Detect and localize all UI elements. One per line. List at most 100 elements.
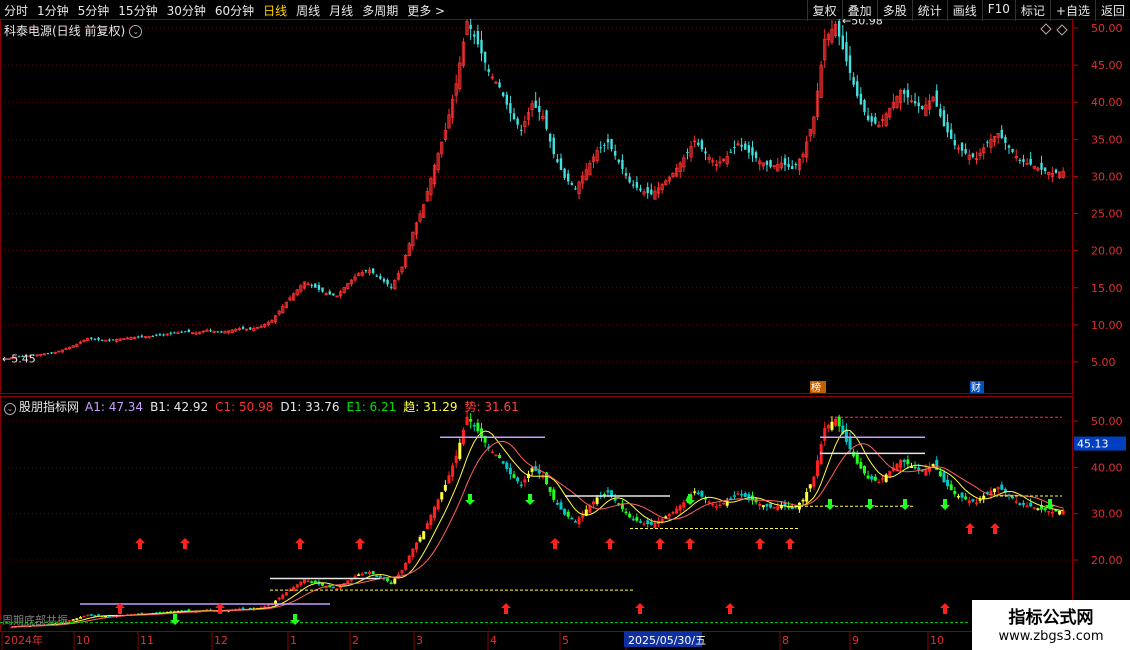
indicator-body: [1032, 507, 1036, 509]
indicator-body: [917, 467, 921, 470]
period-tab[interactable]: 周线: [296, 2, 320, 19]
indicator-body: [671, 511, 675, 514]
indicator-value: A1: 47.34: [85, 400, 144, 414]
low-price-label: ←5.45: [2, 353, 36, 366]
yaxis-label: 20.00: [1091, 245, 1123, 258]
indicator-body: [938, 471, 942, 477]
xaxis-label: 8: [782, 634, 789, 647]
candle-body: [570, 183, 574, 185]
indicator-body: [776, 506, 780, 511]
yaxis-label: 50.00: [1091, 415, 1123, 428]
candle-body: [46, 353, 50, 355]
indicator-body: [682, 502, 686, 508]
toolbar-button[interactable]: 叠加: [841, 0, 877, 21]
up-arrow-icon: [685, 538, 695, 549]
indicator-body: [826, 424, 830, 429]
indicator-values: A1: 47.34 B1: 42.92 C1: 50.98 D1: 33.76 E1: …: [85, 400, 526, 414]
toolbar-button[interactable]: 多股: [876, 0, 912, 21]
toolbar-button[interactable]: 返回: [1094, 0, 1130, 21]
period-tab[interactable]: 1分钟: [37, 2, 69, 19]
candle-body: [624, 173, 628, 176]
watermark-title: 指标公式网: [1008, 608, 1094, 628]
indicator-body: [624, 511, 628, 514]
candle-body: [949, 129, 953, 139]
toolbar-button[interactable]: 统计: [911, 0, 947, 21]
indicator-body: [71, 619, 75, 621]
indicator-body: [714, 506, 718, 508]
period-tab[interactable]: 60分钟: [215, 2, 254, 19]
indicator-body: [519, 484, 523, 487]
candle-body: [942, 110, 946, 126]
indicator-body: [884, 474, 888, 482]
indicator-body: [606, 490, 610, 493]
period-tab[interactable]: 30分钟: [167, 2, 206, 19]
indicator-body: [899, 459, 903, 468]
indicator-body: [881, 478, 885, 480]
toolbar-right-buttons: 复权 叠加 多股 统计 画线 F10 标记 +自选 返回: [806, 0, 1130, 21]
period-tab[interactable]: 分时: [4, 2, 28, 19]
chevron-down-icon[interactable]: ⌄: [129, 25, 143, 38]
chevron-down-icon[interactable]: ⌄: [4, 403, 16, 415]
indicator-body: [494, 454, 498, 457]
candle-body: [769, 160, 772, 167]
candle-body: [534, 100, 537, 108]
toolbar-button[interactable]: 标记: [1014, 0, 1050, 21]
indicator-body: [407, 555, 411, 564]
toolbar-button[interactable]: 复权: [806, 0, 842, 21]
candle-body: [863, 100, 866, 113]
candle-body: [567, 173, 570, 182]
indicator-body: [696, 492, 700, 495]
candle-body: [859, 93, 863, 105]
candle-body: [173, 332, 176, 334]
candle-body: [476, 30, 480, 45]
candle-body: [310, 284, 313, 286]
indicator-body: [722, 502, 726, 505]
candle-body: [379, 276, 382, 279]
indicator-body: [458, 442, 462, 459]
xaxis-label: 10: [930, 634, 944, 647]
candle-body: [906, 89, 910, 98]
period-tab[interactable]: 15分钟: [118, 2, 157, 19]
period-tab[interactable]: 5分钟: [78, 2, 110, 19]
indicator-body: [866, 475, 870, 479]
indicator-body: [678, 505, 682, 511]
indicator-body: [281, 594, 285, 599]
candle-body: [628, 176, 631, 183]
candle-body: [480, 39, 483, 54]
candle-body: [90, 337, 93, 339]
indicator-body: [707, 501, 711, 504]
candle-body: [520, 129, 523, 131]
indicator-body: [1014, 501, 1018, 503]
toolbar-button[interactable]: 画线: [946, 0, 982, 21]
period-tab[interactable]: 更多 >: [407, 2, 445, 19]
toolbar-button[interactable]: F10: [981, 0, 1015, 21]
indicator-body: [769, 503, 773, 508]
candle-body: [516, 118, 519, 125]
indicator-body: [516, 477, 520, 482]
indicator-body: [422, 531, 426, 540]
toolbar-button[interactable]: +自选: [1049, 0, 1095, 21]
kline-chart[interactable]: 50.0045.0040.0035.0030.0025.0020.0015.00…: [0, 19, 1130, 650]
candle-body: [187, 329, 191, 333]
period-tab[interactable]: 日线: [263, 2, 287, 19]
indicator-body: [295, 584, 299, 588]
candle-body: [574, 188, 577, 190]
yaxis-label: 40.00: [1091, 96, 1123, 109]
indicator-body: [440, 492, 444, 500]
indicator-body: [490, 451, 494, 454]
indicator-body: [469, 419, 473, 422]
candle-body: [328, 291, 331, 295]
main-grid: [0, 27, 1073, 363]
candle-body: [791, 166, 794, 170]
indicator-body: [364, 572, 368, 574]
period-tab[interactable]: 多周期: [362, 2, 398, 19]
up-arrow-icon: [550, 538, 560, 549]
indicator-body: [302, 579, 306, 584]
period-tab[interactable]: 月线: [329, 2, 353, 19]
candle-body: [697, 142, 700, 146]
indicator-body: [823, 427, 827, 441]
indicator-body: [837, 416, 841, 427]
indicator-body: [743, 493, 747, 497]
indicator-body: [816, 460, 820, 477]
candle-body: [765, 161, 769, 165]
